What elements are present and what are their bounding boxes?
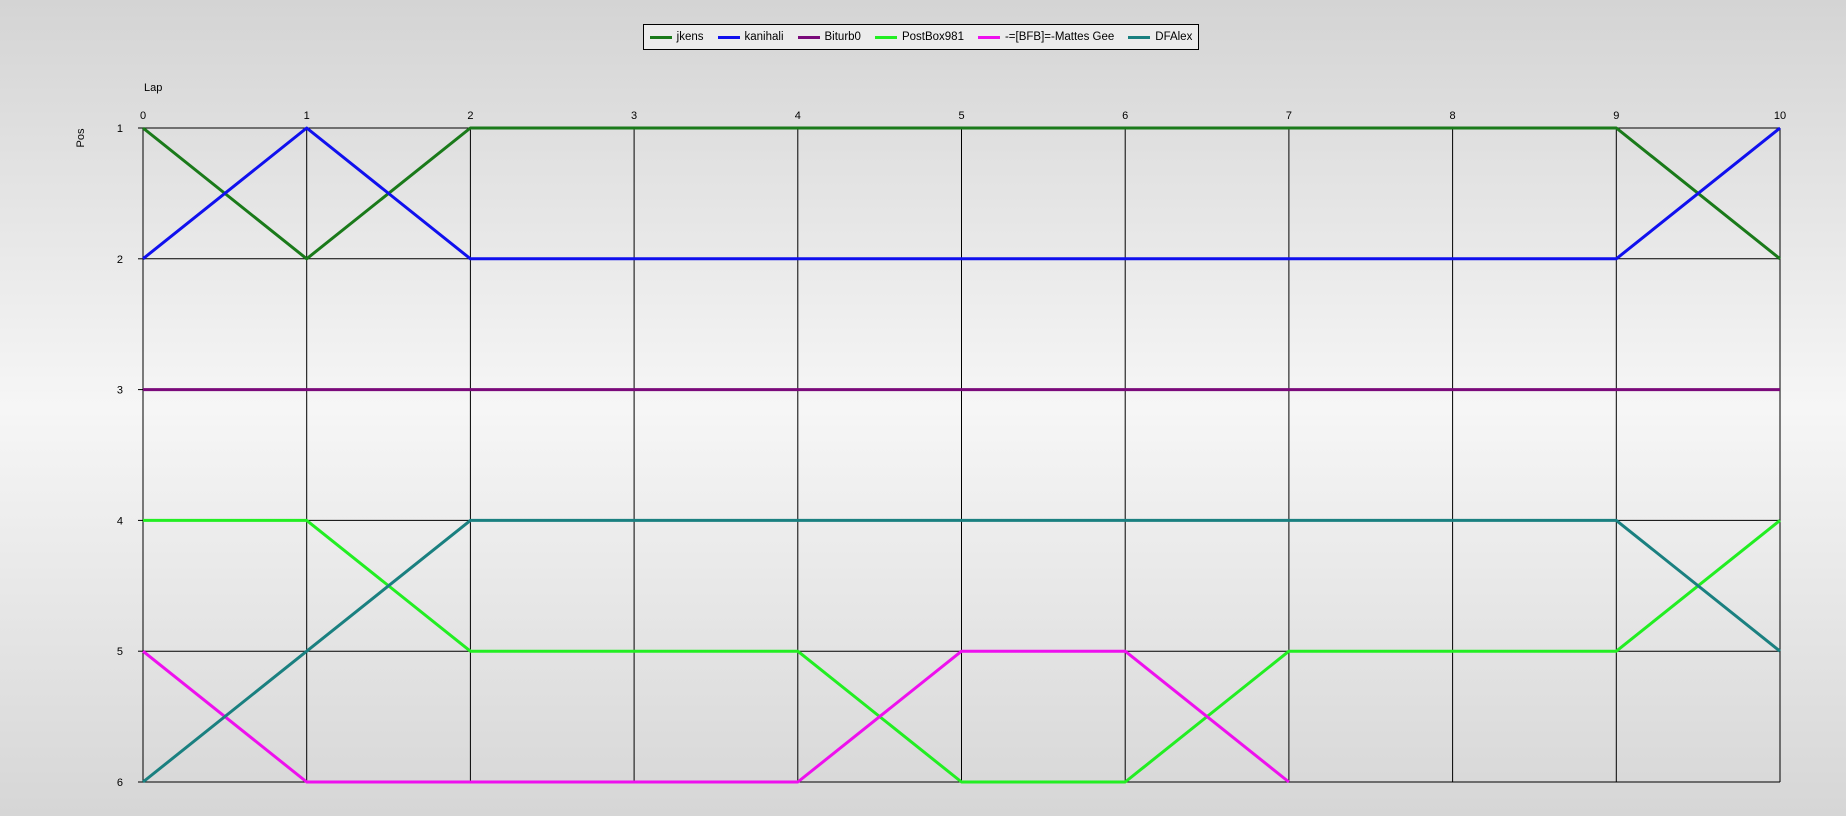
- grid-lines: [138, 127, 1781, 783]
- y-tick-label: 1: [117, 123, 123, 135]
- series-line-bfb-mattes-gee: [142, 649, 1290, 784]
- y-axis-label: Pos: [75, 128, 87, 147]
- y-tick-label: 3: [117, 385, 123, 397]
- y-tick-label: 5: [117, 646, 123, 658]
- y-tick-label: 6: [117, 777, 123, 789]
- x-tick-label: 2: [467, 110, 473, 122]
- x-tick-label: 8: [1450, 110, 1456, 122]
- y-tick-label: 2: [117, 254, 123, 266]
- x-tick-label: 4: [795, 110, 801, 122]
- x-tick-label: 3: [631, 110, 637, 122]
- line-chart: 0 1 2 3 4 5 6 7 8 9 10 1 2 3 4 5 6 Lap Pos: [75, 82, 1786, 789]
- y-tick-label: 4: [117, 515, 123, 527]
- x-tick-label: 1: [304, 110, 310, 122]
- x-tick-label: 5: [958, 110, 964, 122]
- x-tick-label: 9: [1613, 110, 1619, 122]
- x-tick-label: 7: [1286, 110, 1292, 122]
- x-tick-label: 10: [1774, 110, 1786, 122]
- x-axis-label: Lap: [144, 82, 162, 94]
- x-tick-label: 6: [1122, 110, 1128, 122]
- x-tick-label: 0: [140, 110, 146, 122]
